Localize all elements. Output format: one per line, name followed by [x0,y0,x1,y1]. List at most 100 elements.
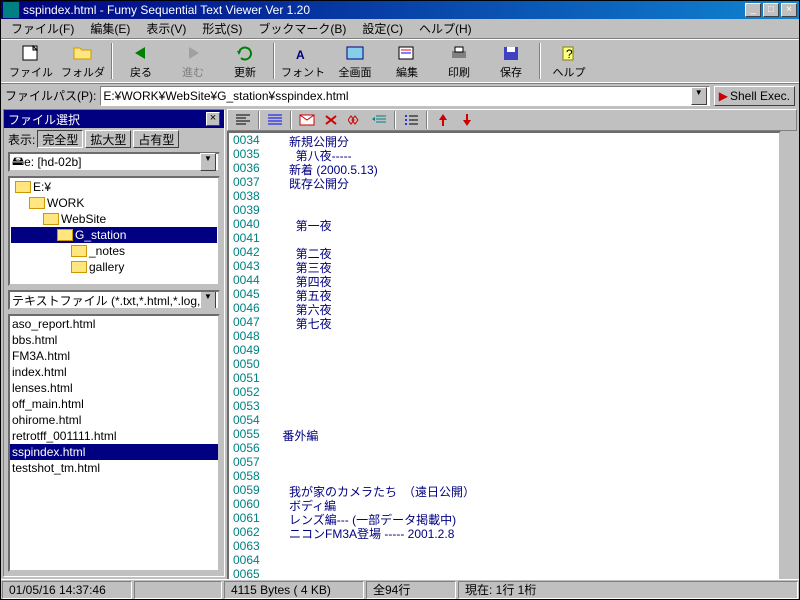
content-toolbar [227,109,797,131]
close-button[interactable]: × [781,3,797,17]
tb-print[interactable]: 印刷 [433,41,485,81]
line-text: 第四夜 [269,273,332,287]
indent-icon[interactable] [368,110,390,130]
refresh-icon [235,43,255,63]
file-item[interactable]: index.html [10,364,218,380]
display-options: 表示: 完全型 拡大型 占有型 [4,128,224,150]
cancel-icon[interactable] [320,110,342,130]
file-item[interactable]: testshot_tm.html [10,460,218,476]
mail-icon[interactable] [296,110,318,130]
opt-occupy-button[interactable]: 占有型 [133,130,179,148]
line-number: 0045 [229,287,269,301]
file-item[interactable]: aso_report.html [10,316,218,332]
maximize-button[interactable]: □ [763,3,779,17]
tb-save[interactable]: 保存 [485,41,537,81]
titlebar[interactable]: sspindex.html - Fumy Sequential Text Vie… [1,1,799,19]
align-justify-icon[interactable] [264,110,286,130]
file-item[interactable]: bbs.html [10,332,218,348]
line-number: 0063 [229,539,269,553]
folder-icon [15,181,31,193]
folder-icon [43,213,59,225]
print-icon [449,43,469,63]
tb-back[interactable]: 戻る [115,41,167,81]
statusbar: 01/05/16 14:37:46 4115 Bytes ( 4 KB) 全94… [1,579,799,599]
menu-format[interactable]: 形式(S) [194,18,250,39]
menu-bookmark[interactable]: ブックマーク(B) [250,18,354,39]
save-icon [501,43,521,63]
filter-dropdown-button[interactable]: ▼ [200,291,216,309]
text-line: 0065 [229,567,779,579]
tb-file[interactable]: ファイル [5,41,57,81]
text-content[interactable]: 0034 新規公開分0035 第八夜-----0036 新着 (2000.5.1… [227,131,781,579]
font-icon: A [293,43,313,63]
tree-item[interactable]: WORK [11,195,217,211]
tb-font[interactable]: Aフォント [277,41,329,81]
line-number: 0052 [229,385,269,399]
line-number: 0047 [229,315,269,329]
tb-refresh[interactable]: 更新 [219,41,271,81]
menu-file[interactable]: ファイル(F) [3,18,82,39]
tree-label: WORK [47,196,84,210]
tree-item[interactable]: WebSite [11,211,217,227]
text-line: 0058 [229,469,779,483]
list-icon[interactable] [400,110,422,130]
separator [394,111,396,129]
menu-settings[interactable]: 設定(C) [354,18,411,39]
line-number: 0056 [229,441,269,455]
tb-fullscreen[interactable]: 全画面 [329,41,381,81]
line-number: 0053 [229,399,269,413]
pathbar: ファイルパス(P): ▼ ▶ Shell Exec. [1,83,799,107]
tb-editor[interactable]: 編集 [381,41,433,81]
text-line: 0050 [229,357,779,371]
file-item[interactable]: sspindex.html [10,444,218,460]
text-line: 0034 新規公開分 [229,133,779,147]
align-left-icon[interactable] [232,110,254,130]
text-line: 0041 [229,231,779,245]
tree-item[interactable]: _notes [11,243,217,259]
menu-view[interactable]: 表示(V) [138,18,194,39]
path-dropdown-button[interactable]: ▼ [691,87,707,105]
shell-exec-button[interactable]: ▶ Shell Exec. [714,86,795,106]
svg-text:?: ? [566,47,573,61]
text-line: 0053 [229,399,779,413]
app-icon [3,2,19,18]
diamond-icon[interactable] [344,110,366,130]
file-filter[interactable]: テキストファイル (*.txt,*.html,*.log,*.csv) ▼ [8,290,220,310]
drive-selector[interactable]: 🖴 e: [hd-02b] ▼ [8,152,220,172]
tree-item[interactable]: G_station [11,227,217,243]
text-line: 0061 レンズ編--- (一部データ掲載中) [229,511,779,525]
text-line: 0056 [229,441,779,455]
menu-help[interactable]: ヘルプ(H) [411,18,480,39]
line-number: 0060 [229,497,269,511]
sidebar-close-button[interactable]: × [206,112,220,126]
tb-help[interactable]: ?ヘルプ [543,41,595,81]
forward-arrow-icon [183,43,203,63]
tree-item[interactable]: E:¥ [11,179,217,195]
file-item[interactable]: FM3A.html [10,348,218,364]
text-line: 0038 [229,189,779,203]
menubar: ファイル(F) 編集(E) 表示(V) 形式(S) ブックマーク(B) 設定(C… [1,19,799,39]
up-arrow-icon[interactable] [432,110,454,130]
tree-item[interactable]: gallery [11,259,217,275]
file-item[interactable]: retrotff_001111.html [10,428,218,444]
file-item[interactable]: ohirome.html [10,412,218,428]
minimize-button[interactable]: _ [745,3,761,17]
vertical-scrollbar[interactable] [781,131,797,579]
tb-forward[interactable]: 進む [167,41,219,81]
folder-tree[interactable]: E:¥WORKWebSiteG_station_notesgallery [8,176,220,286]
file-list[interactable]: aso_report.htmlbbs.htmlFM3A.htmlindex.ht… [8,314,220,572]
line-number: 0064 [229,553,269,567]
file-item[interactable]: off_main.html [10,396,218,412]
sidebar-title: ファイル選択 × [4,110,224,128]
file-item[interactable]: lenses.html [10,380,218,396]
menu-edit[interactable]: 編集(E) [82,18,138,39]
line-text: 番外編 [269,427,318,441]
down-arrow-icon[interactable] [456,110,478,130]
line-text: レンズ編--- (一部データ掲載中) [269,511,456,525]
tb-folder[interactable]: フォルダ [57,41,109,81]
editor-icon [397,43,417,63]
opt-expand-button[interactable]: 拡大型 [85,130,131,148]
path-input[interactable] [103,89,690,103]
drive-dropdown-button[interactable]: ▼ [200,153,216,171]
opt-full-button[interactable]: 完全型 [37,130,83,148]
